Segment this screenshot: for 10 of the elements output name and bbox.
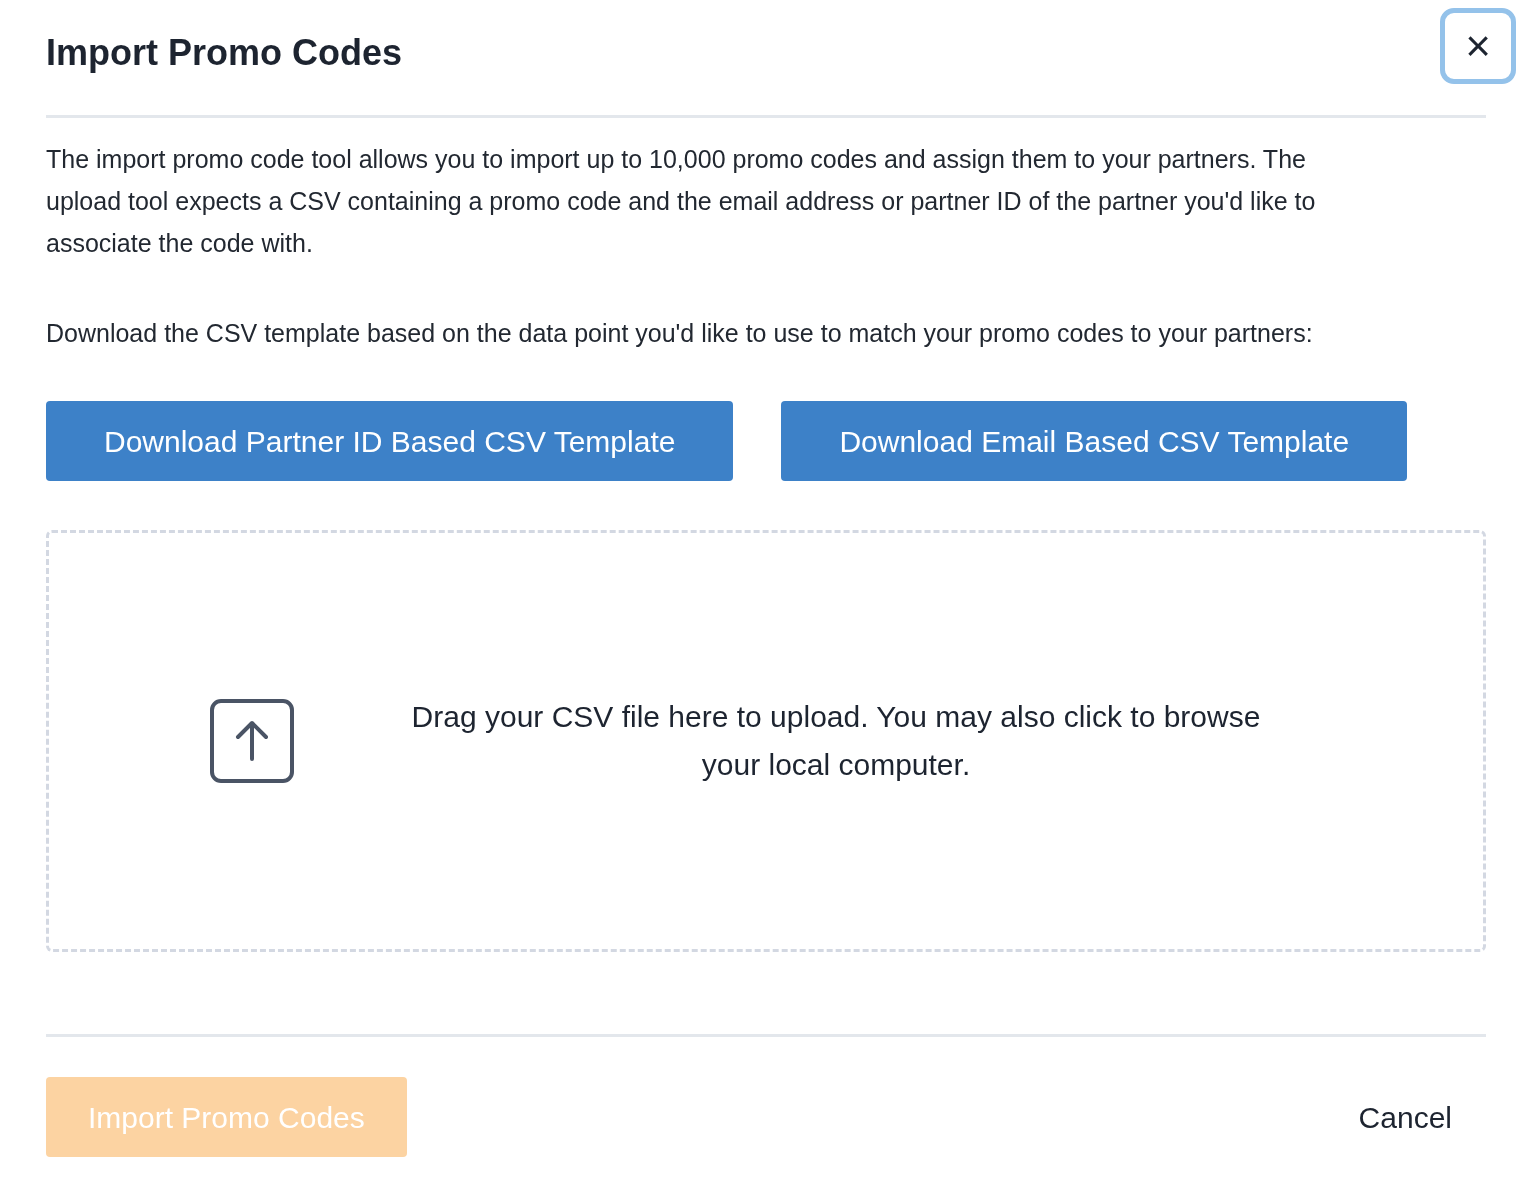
description-text: The import promo code tool allows you to import up to 10,000 promo codes and assign them to your partners. The upload tool expects a CSV containing a promo code and the email address or partner ID of the partner you'd like to associate the code with. (46, 144, 1317, 259)
download-template-button[interactable]: Download Partner ID Based CSV Template (46, 401, 734, 481)
close-button[interactable]: × (1440, 7, 1516, 84)
dialog-title: Import Promo Codes (46, 30, 403, 75)
cancel-button[interactable]: Cancel (1356, 1094, 1454, 1140)
upload-icon (210, 699, 294, 783)
dropzone-text: Drag your CSV file here to upload. You may also click to browse your local computer. (410, 699, 1262, 783)
file-dropzone[interactable]: Drag your CSV file here to upload. You may also click to browse your local computer. (46, 530, 1486, 952)
description-text: Download the CSV template based on the data point you'd like to use to match your promo codes to your partners: (46, 318, 1314, 349)
download-template-button[interactable]: Download Email Based CSV Template (781, 401, 1408, 481)
